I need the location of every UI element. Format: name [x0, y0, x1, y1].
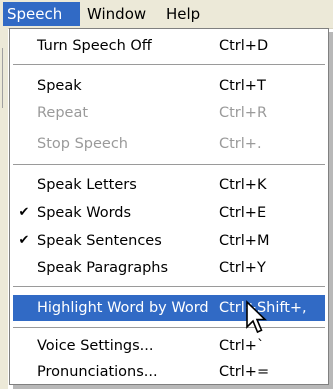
window-edge: [0, 28, 8, 389]
menu-item-label: Speak Letters: [37, 177, 137, 193]
menu-item-shortcut: Ctrl+R: [219, 105, 268, 121]
window-edge-divider: [2, 48, 7, 108]
menu-separator: [13, 164, 325, 166]
menu-item-label: Speak Paragraphs: [37, 260, 169, 276]
menu-item-label: Repeat: [37, 105, 89, 121]
menu-item-stop-speech[interactable]: Stop Speech Ctrl+.: [13, 131, 325, 157]
menu-item-label: Voice Settings...: [37, 338, 154, 354]
menu-item-shortcut: Ctrl+Y: [219, 260, 266, 276]
menu-item-highlight-word-by-word[interactable]: Highlight Word by Word Ctrl+Shift+,: [13, 295, 325, 321]
menu-item-shortcut: Ctrl+M: [219, 233, 270, 249]
menu-separator: [13, 286, 325, 288]
menubar-speech[interactable]: Speech: [3, 2, 80, 26]
menu-item-shortcut: Ctrl+T: [219, 78, 266, 94]
menu-item-label: Speak: [37, 78, 82, 94]
menubar-help[interactable]: Help: [162, 2, 208, 26]
menu-item-turn-speech-off[interactable]: Turn Speech Off Ctrl+D: [13, 33, 325, 59]
checkmark-icon: ✔: [18, 233, 30, 248]
menu-item-label: Turn Speech Off: [37, 38, 152, 54]
menu-item-speak-sentences[interactable]: ✔ Speak Sentences Ctrl+M: [13, 228, 325, 254]
menu-item-repeat[interactable]: Repeat Ctrl+R: [13, 100, 325, 126]
menu-item-label: Pronunciations...: [37, 364, 158, 380]
menu-item-shortcut: Ctrl+.: [219, 136, 262, 152]
menu-item-shortcut: Ctrl+=: [219, 364, 270, 380]
menubar-window[interactable]: Window: [83, 2, 159, 26]
menu-item-label: Highlight Word by Word: [37, 300, 209, 316]
menu-shadow-bottom: [13, 385, 333, 389]
menu-item-speak-letters[interactable]: Speak Letters Ctrl+K: [13, 172, 325, 198]
menu-shadow-right: [329, 32, 333, 389]
menu-item-speak[interactable]: Speak Ctrl+T: [13, 73, 325, 99]
arrow-cursor-icon: [246, 300, 267, 334]
menu-item-speak-paragraphs[interactable]: Speak Paragraphs Ctrl+Y: [13, 255, 325, 281]
menu-item-voice-settings[interactable]: Voice Settings... Ctrl+`: [13, 333, 325, 359]
menu-item-label: Speak Words: [37, 205, 132, 221]
menu-separator: [13, 327, 325, 329]
menu-separator: [13, 64, 325, 66]
menu-item-shortcut: Ctrl+E: [219, 205, 267, 221]
menu-item-label: Speak Sentences: [37, 233, 162, 249]
speech-dropdown-menu: Turn Speech Off Ctrl+D Speak Ctrl+T Repe…: [9, 28, 329, 385]
menu-item-shortcut: Ctrl+K: [219, 177, 267, 193]
menu-item-pronunciations[interactable]: Pronunciations... Ctrl+=: [13, 359, 325, 385]
menu-item-shortcut: Ctrl+D: [219, 38, 269, 54]
menu-item-shortcut: Ctrl+`: [219, 338, 265, 354]
menu-item-label: Stop Speech: [37, 136, 128, 152]
checkmark-icon: ✔: [18, 205, 30, 220]
menu-bar: Speech Window Help: [0, 0, 333, 29]
menu-item-speak-words[interactable]: ✔ Speak Words Ctrl+E: [13, 200, 325, 226]
